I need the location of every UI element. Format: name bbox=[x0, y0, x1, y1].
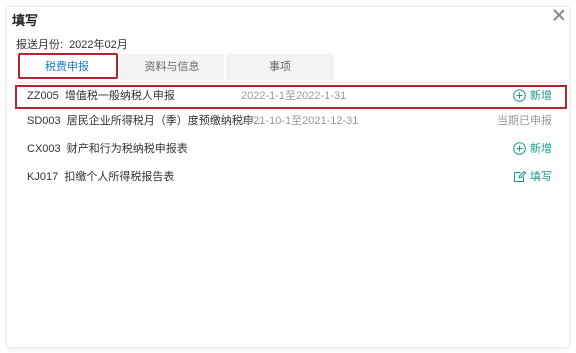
row-name: 增值税一般纳税人申报 bbox=[64, 90, 175, 102]
add-button-label: 新增 bbox=[530, 90, 552, 102]
fill-button-label: 填写 bbox=[530, 171, 552, 183]
row-name: 扣缴个人所得税报告表 bbox=[64, 171, 175, 183]
add-button-label: 新增 bbox=[530, 143, 552, 155]
plus-circle-icon bbox=[513, 89, 526, 102]
tab-bar: 税费申报 资料与信息 事项 bbox=[16, 54, 566, 83]
plus-circle-icon bbox=[513, 142, 526, 155]
close-icon[interactable] bbox=[552, 8, 566, 22]
row-name: 财产和行为税纳税申报表 bbox=[66, 143, 188, 155]
tab-materials-info[interactable]: 资料与信息 bbox=[120, 54, 224, 80]
status-text: 当期已申报 bbox=[497, 115, 552, 127]
add-button[interactable]: 新增 bbox=[513, 139, 552, 159]
report-month-value: 2022年02月 bbox=[69, 39, 128, 51]
list-item: CX003 财产和行为税纳税申报表 新增 bbox=[20, 139, 560, 159]
fill-dialog: 填写 报送月份: 2022年02月 税费申报 资料与信息 事项 ZZ005 增值税… bbox=[0, 0, 576, 353]
fill-button[interactable]: 填写 bbox=[513, 167, 552, 187]
row-period: 2021-10-1至2021-12-31 bbox=[241, 115, 359, 127]
report-month-row: 报送月份: 2022年02月 bbox=[16, 36, 134, 52]
list-item: KJ017 扣缴个人所得税报告表 填写 bbox=[20, 167, 560, 187]
add-button[interactable]: 新增 bbox=[513, 86, 552, 106]
edit-icon bbox=[514, 170, 527, 182]
row-name: 居民企业所得税月（季）度预缴纳税申... bbox=[66, 115, 263, 127]
row-period: 2022-1-1至2022-1-31 bbox=[241, 90, 347, 102]
list-item: ZZ005 增值税一般纳税人申报 2022-1-1至2022-1-31 新增 bbox=[20, 86, 560, 106]
list-item: SD003 居民企业所得税月（季）度预缴纳税申... 2021-10-1至202… bbox=[20, 111, 560, 131]
report-month-label: 报送月份: bbox=[16, 39, 64, 51]
tab-tax-declaration[interactable]: 税费申报 bbox=[16, 54, 118, 80]
row-code: SD003 bbox=[27, 115, 61, 127]
row-code: CX003 bbox=[27, 143, 61, 155]
row-code: ZZ005 bbox=[27, 90, 59, 102]
dialog-title: 填写 bbox=[12, 13, 39, 28]
row-code: KJ017 bbox=[27, 171, 59, 183]
tab-matters[interactable]: 事项 bbox=[226, 54, 334, 80]
